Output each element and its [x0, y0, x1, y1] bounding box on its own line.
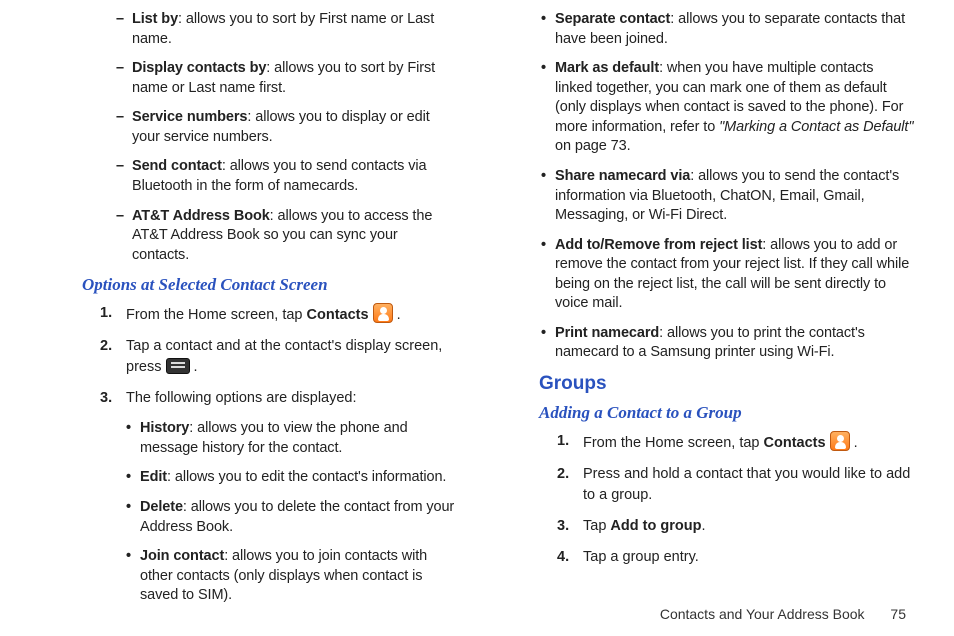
- item-lead: Share namecard via: [555, 168, 690, 184]
- list-item: Join contact: allows you to join contact…: [126, 547, 457, 606]
- dash-option-list: List by: allows you to sort by First nam…: [40, 10, 457, 265]
- bullet-options-left: History: allows you to view the phone an…: [40, 419, 457, 606]
- item-lead: Add to/Remove from reject list: [555, 237, 762, 253]
- step-text-bold: Contacts: [764, 435, 826, 451]
- section-heading-groups: Groups: [539, 373, 914, 395]
- step-text: Tap a group entry.: [583, 549, 699, 565]
- page-number: 75: [890, 606, 906, 622]
- page-content: List by: allows you to sort by First nam…: [0, 0, 954, 616]
- numbered-steps-left: From the Home screen, tap Contacts . Tap…: [40, 303, 457, 409]
- left-column: List by: allows you to sort by First nam…: [40, 10, 457, 616]
- footer-title: Contacts and Your Address Book: [660, 606, 865, 622]
- list-item: Print namecard: allows you to print the …: [541, 324, 914, 363]
- item-lead: Print namecard: [555, 325, 659, 341]
- step-text: From the Home screen, tap: [126, 307, 307, 323]
- item-tail: on page 73.: [555, 138, 631, 154]
- item-rest: : allows you to delete the contact from …: [140, 499, 454, 535]
- page-footer: Contacts and Your Address Book 75: [660, 606, 906, 622]
- list-item: Share namecard via: allows you to send t…: [541, 167, 914, 226]
- item-lead: Separate contact: [555, 11, 670, 27]
- list-item: AT&T Address Book: allows you to access …: [120, 207, 457, 266]
- step-text: .: [190, 359, 198, 375]
- step-text-bold: Contacts: [307, 307, 369, 323]
- contacts-app-icon: [830, 431, 850, 451]
- numbered-steps-right: From the Home screen, tap Contacts . Pre…: [497, 431, 914, 568]
- list-item: Send contact: allows you to send contact…: [120, 157, 457, 196]
- item-lead: Send contact: [132, 158, 222, 174]
- item-lead: History: [140, 420, 189, 436]
- step-text: Tap: [583, 518, 610, 534]
- step-item: From the Home screen, tap Contacts .: [557, 431, 914, 454]
- step-text: [369, 307, 373, 323]
- list-item: Delete: allows you to delete the contact…: [126, 498, 457, 537]
- list-item: Service numbers: allows you to display o…: [120, 108, 457, 147]
- step-text-bold: Add to group: [610, 518, 701, 534]
- list-item: Display contacts by: allows you to sort …: [120, 59, 457, 98]
- item-lead: Join contact: [140, 548, 224, 564]
- list-item: Add to/Remove from reject list: allows y…: [541, 236, 914, 314]
- step-item: Press and hold a contact that you would …: [557, 464, 914, 506]
- step-text: From the Home screen, tap: [583, 435, 764, 451]
- item-lead: Mark as default: [555, 60, 659, 76]
- step-item: Tap Add to group.: [557, 516, 914, 537]
- list-item: Separate contact: allows you to separate…: [541, 10, 914, 49]
- step-text: .: [393, 307, 401, 323]
- item-rest: : allows you to edit the contact's infor…: [167, 469, 446, 485]
- list-item: List by: allows you to sort by First nam…: [120, 10, 457, 49]
- list-item: Edit: allows you to edit the contact's i…: [126, 468, 457, 488]
- list-item: Mark as default: when you have multiple …: [541, 59, 914, 157]
- cross-reference: "Marking a Contact as Default": [719, 119, 913, 135]
- step-text: The following options are displayed:: [126, 390, 357, 406]
- item-lead: Service numbers: [132, 109, 247, 125]
- item-lead: AT&T Address Book: [132, 208, 270, 224]
- item-rest: : allows you to sort by First name or La…: [132, 11, 434, 47]
- step-item: Tap a contact and at the contact's displ…: [100, 336, 457, 378]
- step-text: Press and hold a contact that you would …: [583, 466, 910, 503]
- item-lead: List by: [132, 11, 178, 27]
- menu-button-icon: [166, 358, 190, 374]
- list-item: History: allows you to view the phone an…: [126, 419, 457, 458]
- step-item: The following options are displayed:: [100, 388, 457, 409]
- item-lead: Edit: [140, 469, 167, 485]
- step-item: Tap a group entry.: [557, 547, 914, 568]
- item-lead: Delete: [140, 499, 183, 515]
- heading-options-selected: Options at Selected Contact Screen: [82, 275, 457, 295]
- step-text: [826, 435, 830, 451]
- right-column: Separate contact: allows you to separate…: [497, 10, 914, 616]
- step-text: .: [850, 435, 858, 451]
- contacts-app-icon: [373, 303, 393, 323]
- step-item: From the Home screen, tap Contacts .: [100, 303, 457, 326]
- bullet-options-right: Separate contact: allows you to separate…: [497, 10, 914, 363]
- heading-adding-contact: Adding a Contact to a Group: [539, 403, 914, 423]
- item-lead: Display contacts by: [132, 60, 266, 76]
- step-text: .: [701, 518, 705, 534]
